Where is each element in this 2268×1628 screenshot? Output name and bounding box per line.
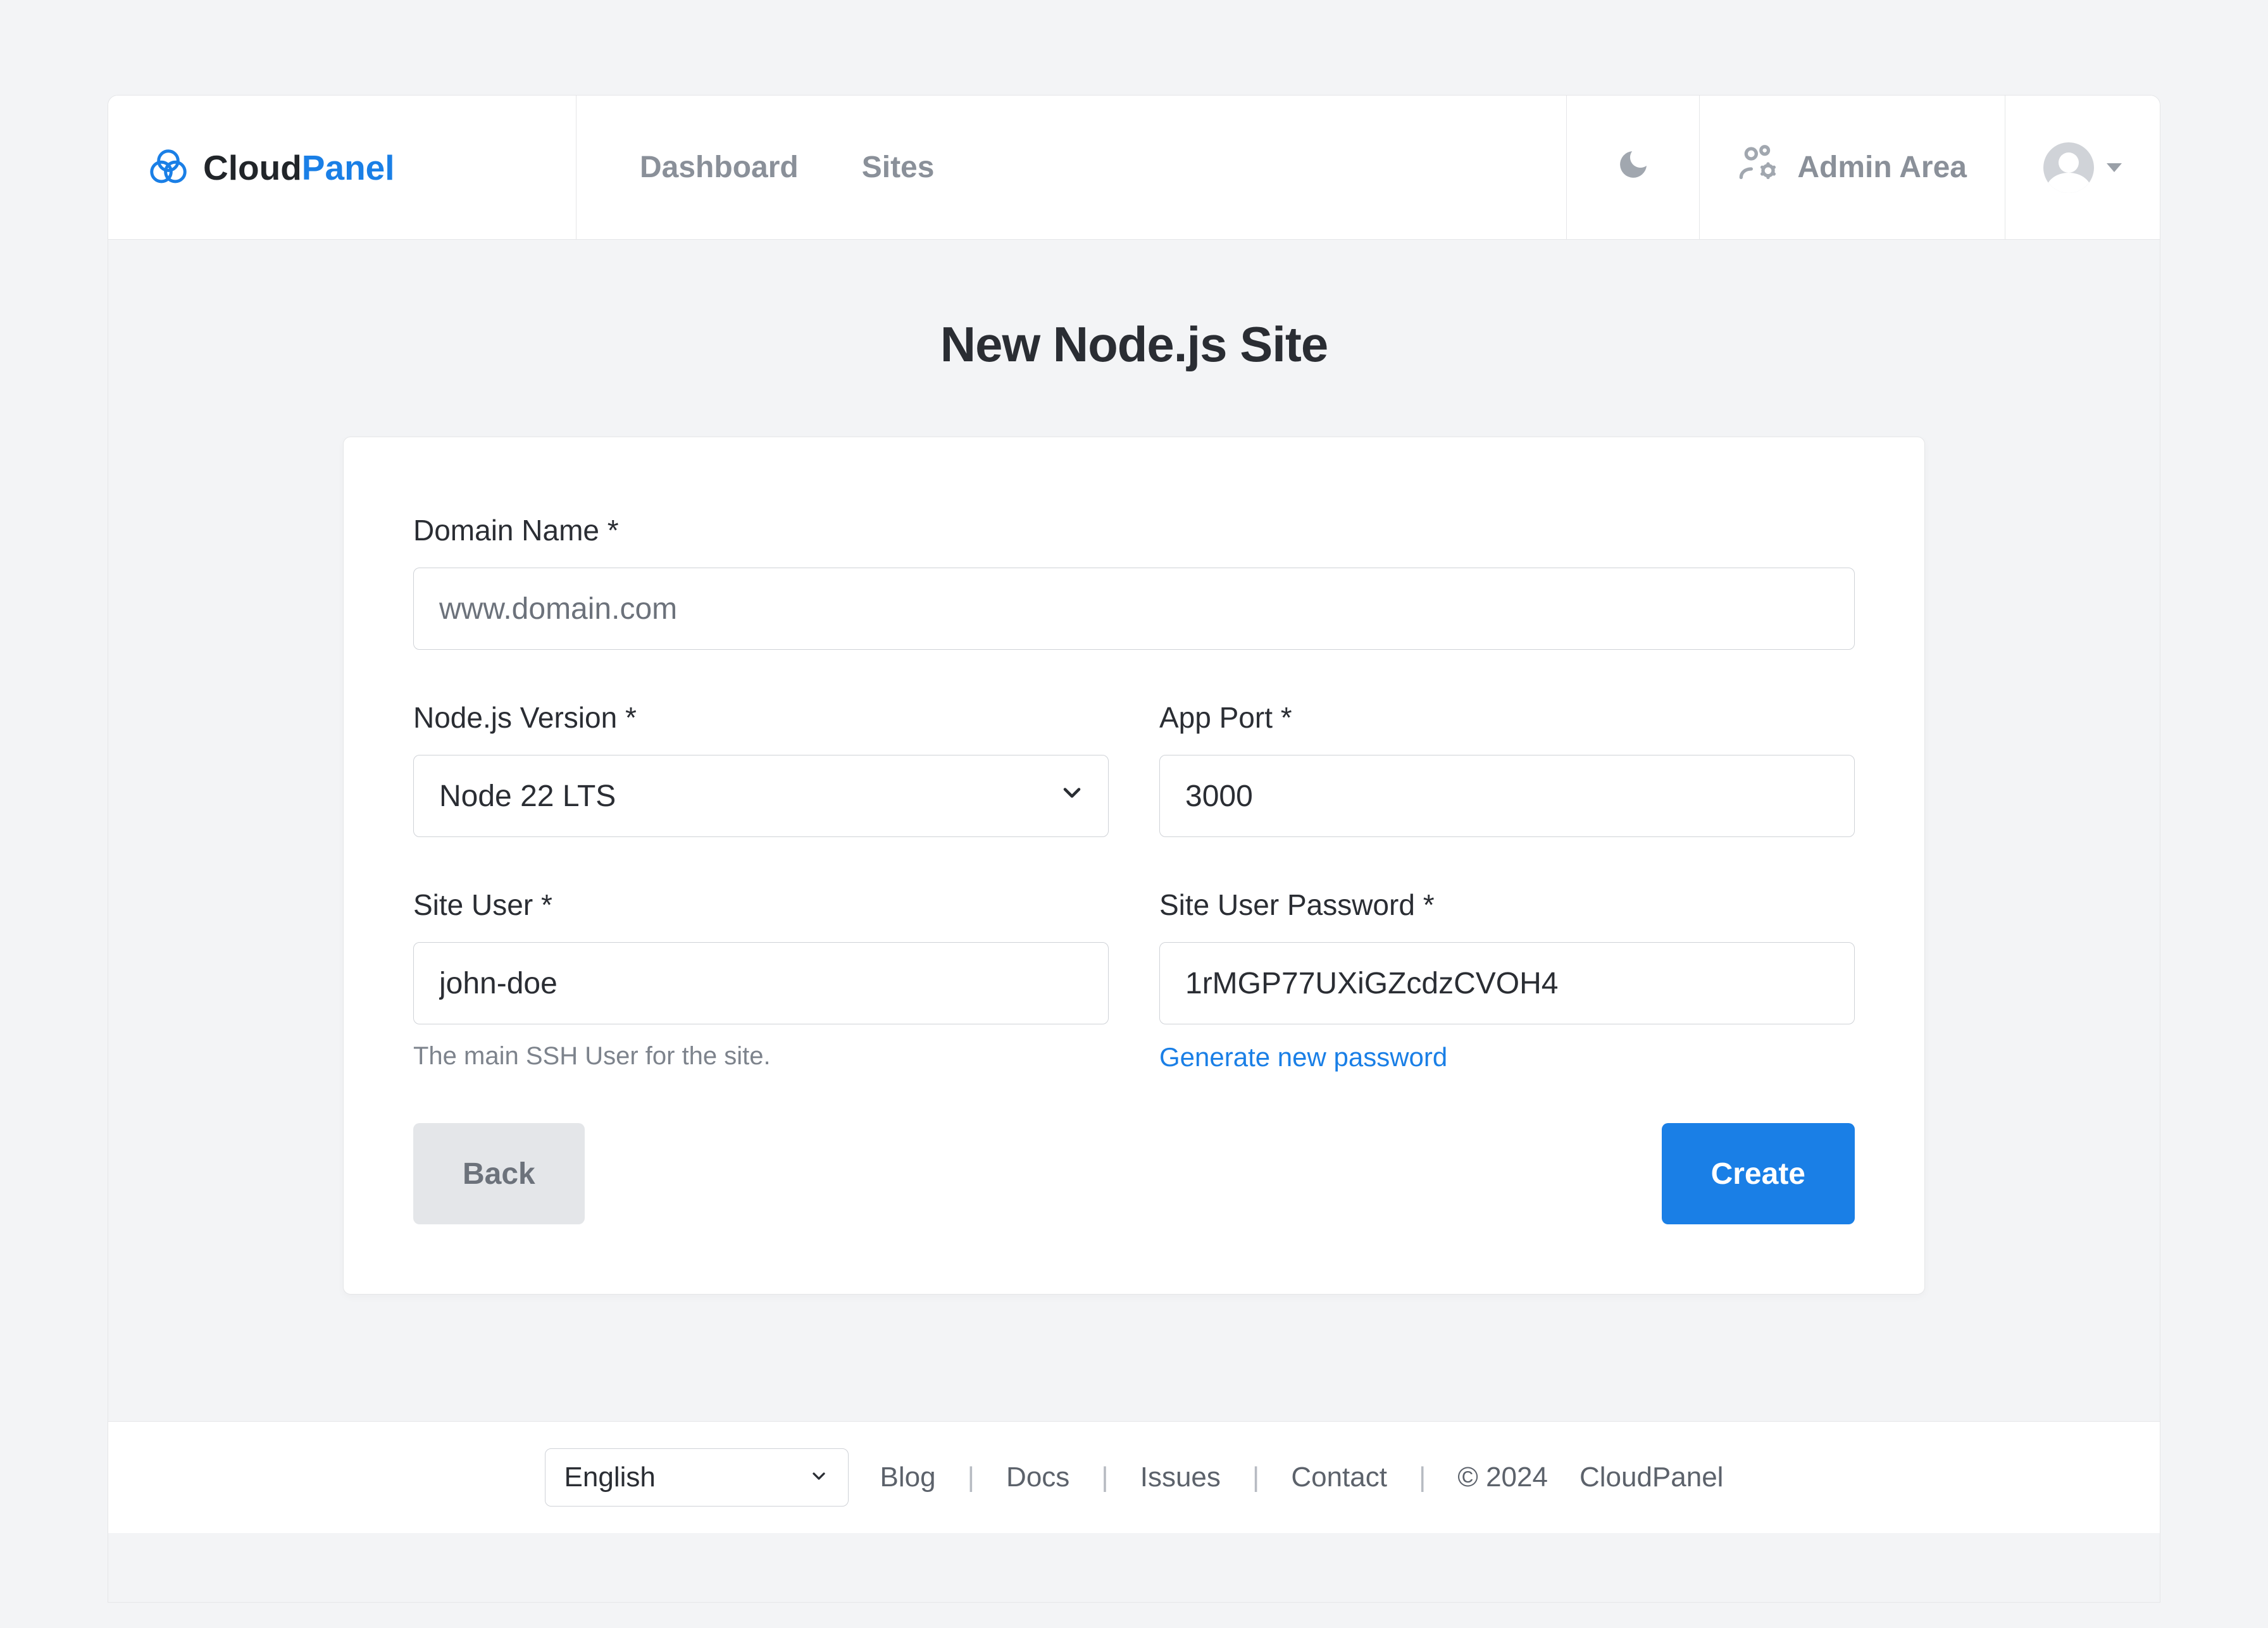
dark-mode-toggle[interactable]: [1567, 96, 1700, 239]
app-port-label: App Port *: [1159, 700, 1855, 735]
footer-brand: CloudPanel: [1580, 1462, 1724, 1493]
domain-name-input[interactable]: [413, 568, 1855, 650]
app-port-input[interactable]: [1159, 755, 1855, 837]
generate-password-link[interactable]: Generate new password: [1159, 1042, 1855, 1072]
nav-sites[interactable]: Sites: [862, 150, 935, 185]
nav-dashboard[interactable]: Dashboard: [640, 150, 799, 185]
footer: English Blog | Docs | Issues | Contact |…: [108, 1421, 2160, 1533]
back-button[interactable]: Back: [413, 1123, 585, 1224]
cloud-logo-icon: [146, 146, 190, 190]
footer-link-issues[interactable]: Issues: [1140, 1462, 1221, 1493]
language-select[interactable]: English: [545, 1448, 849, 1507]
primary-nav: Dashboard Sites: [576, 96, 1567, 239]
footer-link-contact[interactable]: Contact: [1291, 1462, 1387, 1493]
brand-text: CloudPanel: [203, 147, 395, 188]
chevron-down-icon: [2107, 163, 2122, 172]
brand-logo[interactable]: CloudPanel: [108, 96, 576, 239]
nav-admin-area[interactable]: Admin Area: [1700, 96, 2005, 239]
footer-link-blog[interactable]: Blog: [880, 1462, 936, 1493]
top-navbar: CloudPanel Dashboard Sites: [108, 96, 2160, 240]
page-title: New Node.js Site: [108, 240, 2160, 437]
moon-icon: [1616, 147, 1651, 189]
new-site-form-card: Domain Name * Node.js Version *: [343, 437, 1925, 1295]
domain-name-label: Domain Name *: [413, 513, 1855, 547]
footer-link-docs[interactable]: Docs: [1006, 1462, 1069, 1493]
site-user-label: Site User *: [413, 888, 1109, 922]
admin-area-label: Admin Area: [1797, 150, 1967, 185]
site-user-hint: The main SSH User for the site.: [413, 1042, 1109, 1071]
create-button[interactable]: Create: [1662, 1123, 1855, 1224]
nodejs-version-label: Node.js Version *: [413, 700, 1109, 735]
site-user-password-input[interactable]: [1159, 942, 1855, 1024]
user-menu[interactable]: [2005, 96, 2160, 239]
language-value: English: [564, 1462, 656, 1493]
avatar-icon: [2043, 142, 2094, 193]
site-user-input[interactable]: [413, 942, 1109, 1024]
chevron-down-icon: [809, 1462, 829, 1493]
site-user-password-label: Site User Password *: [1159, 888, 1855, 922]
nodejs-version-select[interactable]: [413, 755, 1109, 837]
footer-copyright: © 2024: [1457, 1462, 1548, 1493]
users-gear-icon: [1738, 144, 1778, 192]
